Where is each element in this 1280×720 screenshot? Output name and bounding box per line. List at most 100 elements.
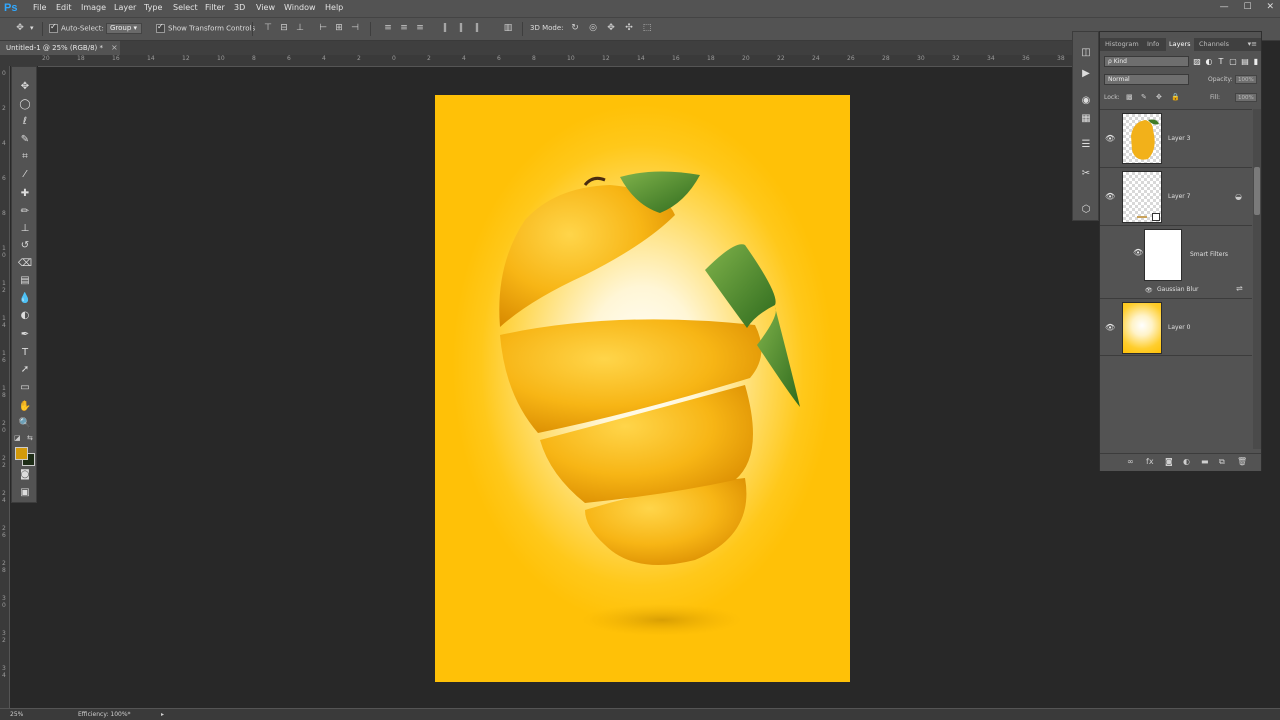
swatches-panel-icon[interactable]: ▦ <box>1079 112 1093 126</box>
layers-scrollbar[interactable] <box>1253 109 1261 449</box>
eraser-tool-icon[interactable]: ⌫ <box>16 257 34 271</box>
layer-row-layer-0[interactable]: 👁 Layer 0 <box>1100 298 1252 356</box>
layer-row-layer-3[interactable]: 👁 Layer 3 <box>1100 110 1252 168</box>
menu-filter[interactable]: Filter <box>205 3 225 12</box>
tab-channels[interactable]: Channels <box>1196 38 1232 51</box>
lock-position-icon[interactable]: ✥ <box>1156 93 1162 101</box>
rotate-3d-icon[interactable]: ↻ <box>570 23 580 34</box>
filter-shape-icon[interactable]: ▢ <box>1228 56 1238 67</box>
adjustments-panel-icon[interactable]: ◉ <box>1079 94 1093 108</box>
eye-icon[interactable]: 👁 <box>1133 248 1143 257</box>
distribute-right-icon[interactable]: ‖ <box>472 23 482 34</box>
document-canvas[interactable] <box>435 95 850 682</box>
eyedropper-tool-icon[interactable]: ⁄ <box>16 168 34 182</box>
lock-all-icon[interactable]: 🔒 <box>1171 93 1180 101</box>
quick-mask-icon[interactable]: ◙ <box>16 468 34 482</box>
lasso-tool-icon[interactable]: ℓ <box>16 115 34 129</box>
align-left-icon[interactable]: ⊢ <box>318 23 328 34</box>
screen-mode-icon[interactable]: ▣ <box>16 486 34 500</box>
eye-icon[interactable]: 👁 <box>1105 134 1115 143</box>
menu-select[interactable]: Select <box>173 3 198 12</box>
filter-adjustment-icon[interactable]: ◐ <box>1204 56 1214 67</box>
filter-smart-object-icon[interactable]: ▤ <box>1240 56 1250 67</box>
status-menu-arrow[interactable]: ▸ <box>161 711 164 718</box>
tab-info[interactable]: Info <box>1144 38 1162 51</box>
distribute-bottom-icon[interactable]: ≡ <box>415 23 425 34</box>
scale-3d-icon[interactable]: ⬚ <box>642 23 652 34</box>
shape-tool-icon[interactable]: ▭ <box>16 381 34 395</box>
close-window-button[interactable]: ✕ <box>1266 2 1274 12</box>
scrollbar-thumb[interactable] <box>1254 167 1260 215</box>
maximize-button[interactable]: ☐ <box>1244 2 1252 12</box>
actions-panel-icon[interactable]: ▶ <box>1079 67 1093 81</box>
smart-filters-row[interactable]: 👁 Smart Filters 👁 Gaussian Blur ⇌ <box>1100 226 1252 298</box>
new-layer-icon[interactable]: ⧉ <box>1219 457 1225 467</box>
3d-panel-icon[interactable]: ⬡ <box>1079 203 1093 217</box>
distribute-vcenter-icon[interactable]: ≡ <box>399 23 409 34</box>
quick-select-tool-icon[interactable]: ✎ <box>16 133 34 147</box>
hand-tool-icon[interactable]: ✋ <box>16 400 34 414</box>
eye-icon[interactable]: 👁 <box>1105 192 1115 201</box>
document-tab[interactable]: Untitled-1 @ 25% (RGB/8) * <box>0 41 120 55</box>
menu-3d[interactable]: 3D <box>234 3 245 12</box>
menu-edit[interactable]: Edit <box>56 3 72 12</box>
eye-icon[interactable]: 👁 <box>1145 287 1153 294</box>
adjustment-icon[interactable]: ◐ <box>1183 457 1190 466</box>
gradient-tool-icon[interactable]: ▤ <box>16 274 34 288</box>
properties-panel-icon[interactable]: ☰ <box>1079 138 1093 152</box>
clone-stamp-tool-icon[interactable]: ⊥ <box>16 222 34 236</box>
mask-icon[interactable]: ◙ <box>1165 457 1173 466</box>
align-hcenter-icon[interactable]: ⊞ <box>334 23 344 34</box>
crop-tool-icon[interactable]: ⌗ <box>16 150 34 164</box>
filter-type-icon[interactable]: T <box>1216 56 1226 67</box>
filter-options-icon[interactable]: ⇌ <box>1236 284 1243 293</box>
lock-image-icon[interactable]: ✎ <box>1141 93 1147 101</box>
slide-3d-icon[interactable]: ✣ <box>624 23 634 34</box>
align-bottom-icon[interactable]: ⊥ <box>295 23 305 34</box>
link-icon[interactable]: ∞ <box>1127 457 1134 466</box>
brush-tool-icon[interactable]: ✏ <box>16 205 34 219</box>
zoom-tool-icon[interactable]: 🔍 <box>16 417 34 431</box>
filter-toggle-icon[interactable]: ▮ <box>1251 56 1261 67</box>
fx-icon[interactable]: fx <box>1146 457 1154 466</box>
tab-layers[interactable]: Layers <box>1166 38 1194 51</box>
fill-field[interactable]: 100% <box>1235 93 1257 102</box>
distribute-hcenter-icon[interactable]: ‖ <box>456 23 466 34</box>
eye-icon[interactable]: 👁 <box>1105 323 1115 332</box>
show-transform-checkbox[interactable]: Show Transform Controls <box>156 22 255 33</box>
menu-file[interactable]: File <box>33 3 46 12</box>
tools-panel-icon[interactable]: ✂ <box>1079 167 1093 181</box>
dodge-tool-icon[interactable]: ◐ <box>16 309 34 323</box>
layer-row-layer-7[interactable]: 👁 Layer 7 ◒ <box>1100 168 1252 226</box>
default-colors-icon[interactable]: ◪ <box>14 434 21 442</box>
trash-icon[interactable]: 🗑 <box>1237 457 1247 466</box>
marquee-tool-icon[interactable]: ◯ <box>16 98 34 112</box>
tab-histogram[interactable]: Histogram <box>1102 38 1142 51</box>
align-vcenter-icon[interactable]: ⊟ <box>279 23 289 34</box>
auto-select-checkbox[interactable]: Auto-Select: <box>49 22 104 33</box>
folder-icon[interactable]: ▬ <box>1201 457 1209 466</box>
blur-tool-icon[interactable]: 💧 <box>16 292 34 306</box>
history-brush-tool-icon[interactable]: ↺ <box>16 239 34 253</box>
panel-menu-icon[interactable]: ▾≡ <box>1248 38 1257 51</box>
history-panel-icon[interactable]: ◫ <box>1079 46 1093 60</box>
opacity-field[interactable]: 100% <box>1235 75 1257 84</box>
layer-filter-kind-dropdown[interactable]: ρ Kind <box>1104 56 1189 67</box>
zoom-level[interactable]: 25% <box>10 711 23 718</box>
foreground-color-swatch[interactable] <box>15 447 28 460</box>
distribute-left-icon[interactable]: ‖ <box>440 23 450 34</box>
swap-colors-icon[interactable]: ⇆ <box>27 434 33 442</box>
path-select-tool-icon[interactable]: ➚ <box>16 363 34 377</box>
minimize-button[interactable]: — <box>1220 2 1229 12</box>
distribute-top-icon[interactable]: ≡ <box>383 23 393 34</box>
move-tool-preset-icon[interactable]: ✥ <box>15 23 25 34</box>
menu-view[interactable]: View <box>256 3 275 12</box>
menu-image[interactable]: Image <box>81 3 106 12</box>
type-tool-icon[interactable]: T <box>16 346 34 360</box>
pen-tool-icon[interactable]: ✒ <box>16 328 34 342</box>
tool-preset-arrow[interactable]: ▾ <box>30 24 34 32</box>
close-document-icon[interactable]: × <box>111 41 118 55</box>
menu-help[interactable]: Help <box>325 3 343 12</box>
move-tool-icon[interactable]: ✥ <box>16 80 34 94</box>
drag-3d-icon[interactable]: ✥ <box>606 23 616 34</box>
